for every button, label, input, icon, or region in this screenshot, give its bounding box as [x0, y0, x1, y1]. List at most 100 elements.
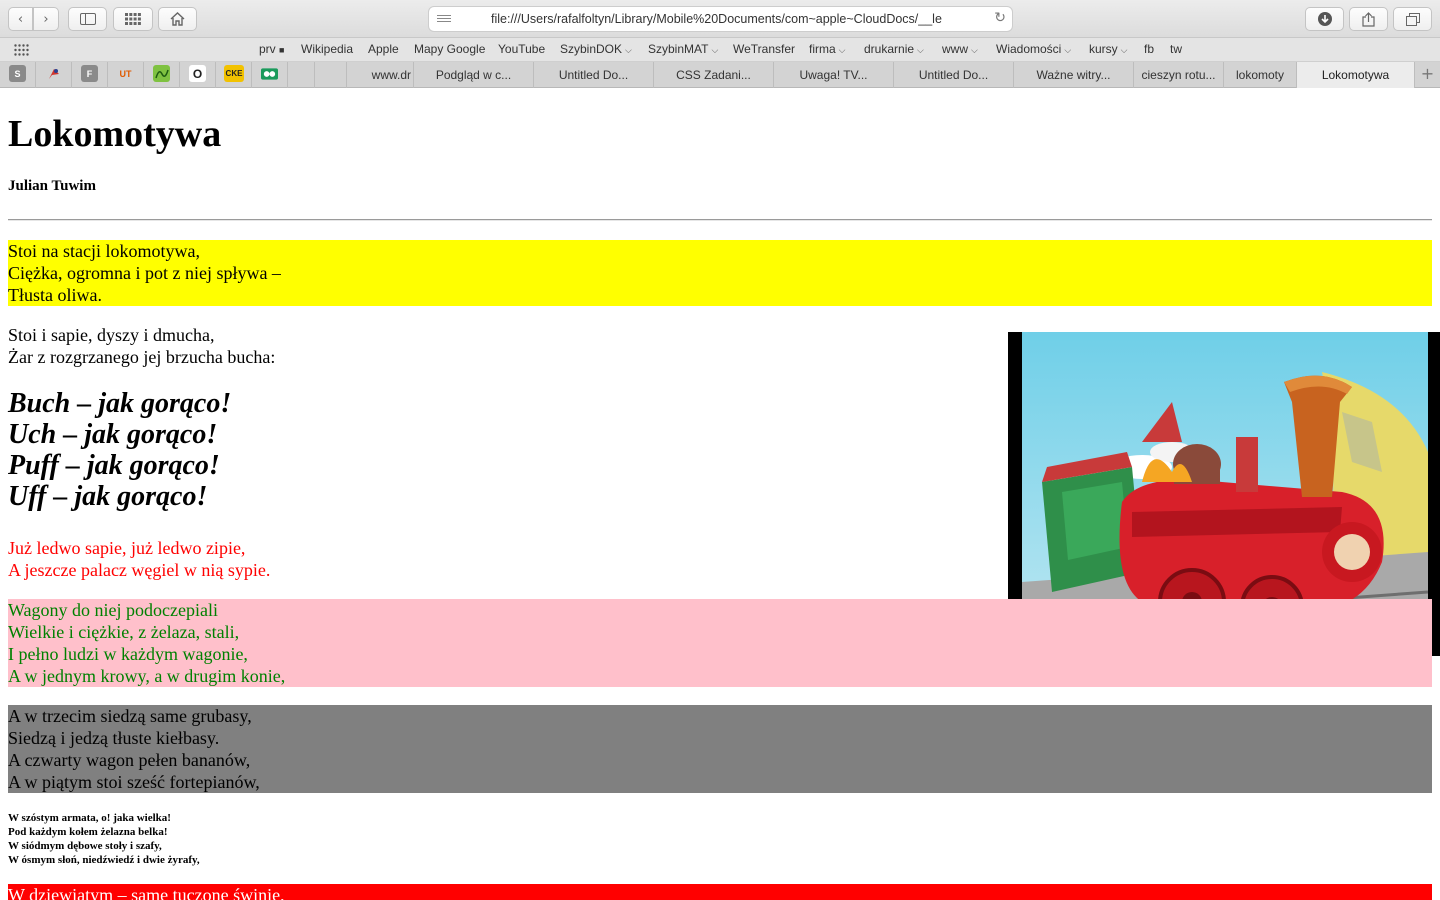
poem-line: Stoi na stacji lokomotywa,	[8, 241, 200, 261]
chevron-down-icon: ⌵	[971, 45, 978, 55]
home-button[interactable]	[158, 7, 197, 31]
pinned-tab-4[interactable]: UT	[117, 65, 134, 82]
bookmark-folder-firma[interactable]: firma ⌵	[809, 42, 846, 56]
stanza-6: A w trzecim siedzą same grubasy, Siedzą …	[8, 705, 1432, 793]
pinned-tab-1[interactable]: S	[9, 65, 26, 82]
bookmark-folder-wiadomosci[interactable]: Wiadomości ⌵	[996, 42, 1071, 56]
chevron-down-icon: ⌵	[625, 45, 632, 55]
tab-overview-button[interactable]	[1393, 7, 1432, 31]
reader-icon[interactable]	[437, 15, 451, 25]
sidebar-button[interactable]	[68, 7, 107, 31]
tab-3[interactable]: Untitled Do...	[533, 62, 653, 88]
chevron-down-icon: ⌵	[838, 45, 846, 55]
poem-line: W ósmym słoń, niedźwiedź i dwie żyrafy,	[8, 854, 200, 866]
bookmark-folder-szybindok[interactable]: SzybinDOK ⌵	[560, 42, 632, 56]
chevron-right-icon: ›	[43, 11, 49, 27]
url-text: file:///Users/rafalfoltyn/Library/Mobile…	[491, 12, 942, 26]
bookmark-prv[interactable]: prv ■	[259, 42, 284, 56]
stanza-7: W szóstym armata, o! jaka wielka! Pod ka…	[8, 811, 1432, 867]
download-icon	[1317, 12, 1332, 26]
bookmark-youtube[interactable]: YouTube	[498, 42, 545, 56]
bookmark-tw[interactable]: tw	[1170, 42, 1182, 56]
pinned-divider	[287, 62, 288, 88]
stanza-1: Stoi na stacji lokomotywa, Ciężka, ogrom…	[8, 240, 1432, 306]
chevron-down-icon: ⌵	[1120, 45, 1128, 55]
pinned-tab-7[interactable]: CKE	[224, 65, 244, 82]
pinned-tab-5[interactable]	[153, 65, 170, 82]
pinned-divider	[251, 62, 252, 88]
bookmark-wikipedia[interactable]: Wikipedia	[301, 42, 353, 56]
tab-active[interactable]: Lokomotywa	[1296, 62, 1414, 88]
pinned-divider	[71, 62, 72, 88]
sidebar-icon	[79, 13, 96, 25]
bookmarks-bar: prv ■ Wikipedia Apple Mapy Google YouTub…	[0, 38, 1440, 62]
poem-line: I pełno ludzi w każdym wagonie,	[8, 644, 248, 664]
tab-5[interactable]: Uwaga! TV...	[773, 62, 893, 88]
grid-icon	[125, 13, 141, 25]
pinned-tab-2[interactable]	[45, 65, 62, 82]
pinned-divider	[35, 62, 36, 88]
poem-line: A czwarty wagon pełen bananów,	[8, 750, 251, 770]
back-button[interactable]: ‹	[8, 7, 33, 31]
pinned-divider	[215, 62, 216, 88]
poem-line: Siedzą i jedzą tłuste kiełbasy.	[8, 728, 220, 748]
bookmark-folder-www[interactable]: www ⌵	[942, 42, 978, 56]
browser-toolbar: ‹ › file:///Users/rafalfoltyn/Library/Mo…	[0, 0, 1440, 38]
home-icon	[170, 12, 185, 26]
pinned-tab-3[interactable]: F	[81, 65, 98, 82]
poem-author: Julian Tuwim	[8, 178, 96, 194]
chevron-down-icon: ⌵	[917, 45, 924, 55]
poem-line: A w piątym stoi sześć fortepianów,	[8, 772, 260, 792]
tab-7[interactable]: Ważne witry...	[1013, 62, 1133, 88]
poem-line: Wielkie i ciężkie, z żelaza, stali,	[8, 622, 240, 642]
tab-bar: S F UT O CKE www.dr Podgląd w c... Untit…	[0, 62, 1440, 88]
pinned-divider	[314, 62, 315, 88]
tab-1[interactable]: www.dr	[346, 62, 413, 88]
downloads-button[interactable]	[1305, 7, 1344, 31]
pinned-divider	[107, 62, 108, 88]
bookmark-folder-szybinmat[interactable]: SzybinMAT ⌵	[648, 42, 718, 56]
tabs-icon	[1405, 12, 1420, 26]
share-button[interactable]	[1349, 7, 1388, 31]
address-bar[interactable]: file:///Users/rafalfoltyn/Library/Mobile…	[428, 6, 1013, 32]
pinned-divider	[143, 62, 144, 88]
pinned-favicon-icon	[261, 67, 278, 80]
bookmark-fb[interactable]: fb	[1144, 42, 1154, 56]
page-title: Lokomotywa	[8, 113, 222, 155]
poem-line: Wagony do niej podoczepiali	[8, 600, 218, 620]
poem-line: A w jednym krowy, a w drugim konie,	[8, 666, 286, 686]
bookmark-folder-drukarnie[interactable]: drukarnie ⌵	[864, 42, 924, 56]
poem-line: Tłusta oliwa.	[8, 285, 102, 305]
poem-line: Pod każdym kołem żelazna belka!	[8, 826, 168, 838]
forward-button[interactable]: ›	[33, 7, 59, 31]
stanza-5: Wagony do niej podoczepiali Wielkie i ci…	[8, 599, 1432, 687]
tab-9[interactable]: lokomoty	[1223, 62, 1296, 88]
poem-line: Ciężka, ogromna i pot z niej spływa –	[8, 263, 281, 283]
chevron-left-icon: ‹	[17, 11, 24, 27]
tab-8[interactable]: cieszyn rotu...	[1133, 62, 1223, 88]
pinned-tab-6[interactable]: O	[189, 65, 206, 82]
bookmark-folder-kursy[interactable]: kursy ⌵	[1089, 42, 1128, 56]
pinned-divider	[179, 62, 180, 88]
apps-grid-icon[interactable]	[14, 44, 30, 56]
web-page: Lokomotywa Julian Tuwim Stoi na stacji l…	[0, 88, 1440, 900]
chevron-down-icon: ⌵	[1064, 45, 1072, 55]
bookmark-wetransfer[interactable]: WeTransfer	[733, 42, 795, 56]
poem-line: W szóstym armata, o! jaka wielka!	[8, 812, 171, 824]
top-sites-button[interactable]	[113, 7, 153, 31]
poem-line: A w trzecim siedzą same grubasy,	[8, 706, 252, 726]
bookmark-apple[interactable]: Apple	[368, 42, 399, 56]
bookmark-mapy-google[interactable]: Mapy Google	[414, 42, 485, 56]
poem-line: W siódmym dębowe stoły i szafy,	[8, 840, 162, 852]
stanza-8: W dziewiątym – same tuczone świnie,	[8, 884, 1432, 900]
plus-icon[interactable]: +	[1414, 62, 1440, 88]
pinned-favicon-icon	[48, 68, 59, 79]
horizontal-rule	[8, 219, 1432, 221]
tab-2[interactable]: Podgląd w c...	[413, 62, 533, 88]
share-icon	[1362, 11, 1375, 27]
tab-4[interactable]: CSS Zadani...	[653, 62, 773, 88]
chevron-down-icon: ⌵	[711, 45, 719, 55]
pinned-tab-8[interactable]	[261, 65, 278, 82]
tab-6[interactable]: Untitled Do...	[893, 62, 1013, 88]
reload-icon[interactable]: ↻	[994, 10, 1006, 26]
